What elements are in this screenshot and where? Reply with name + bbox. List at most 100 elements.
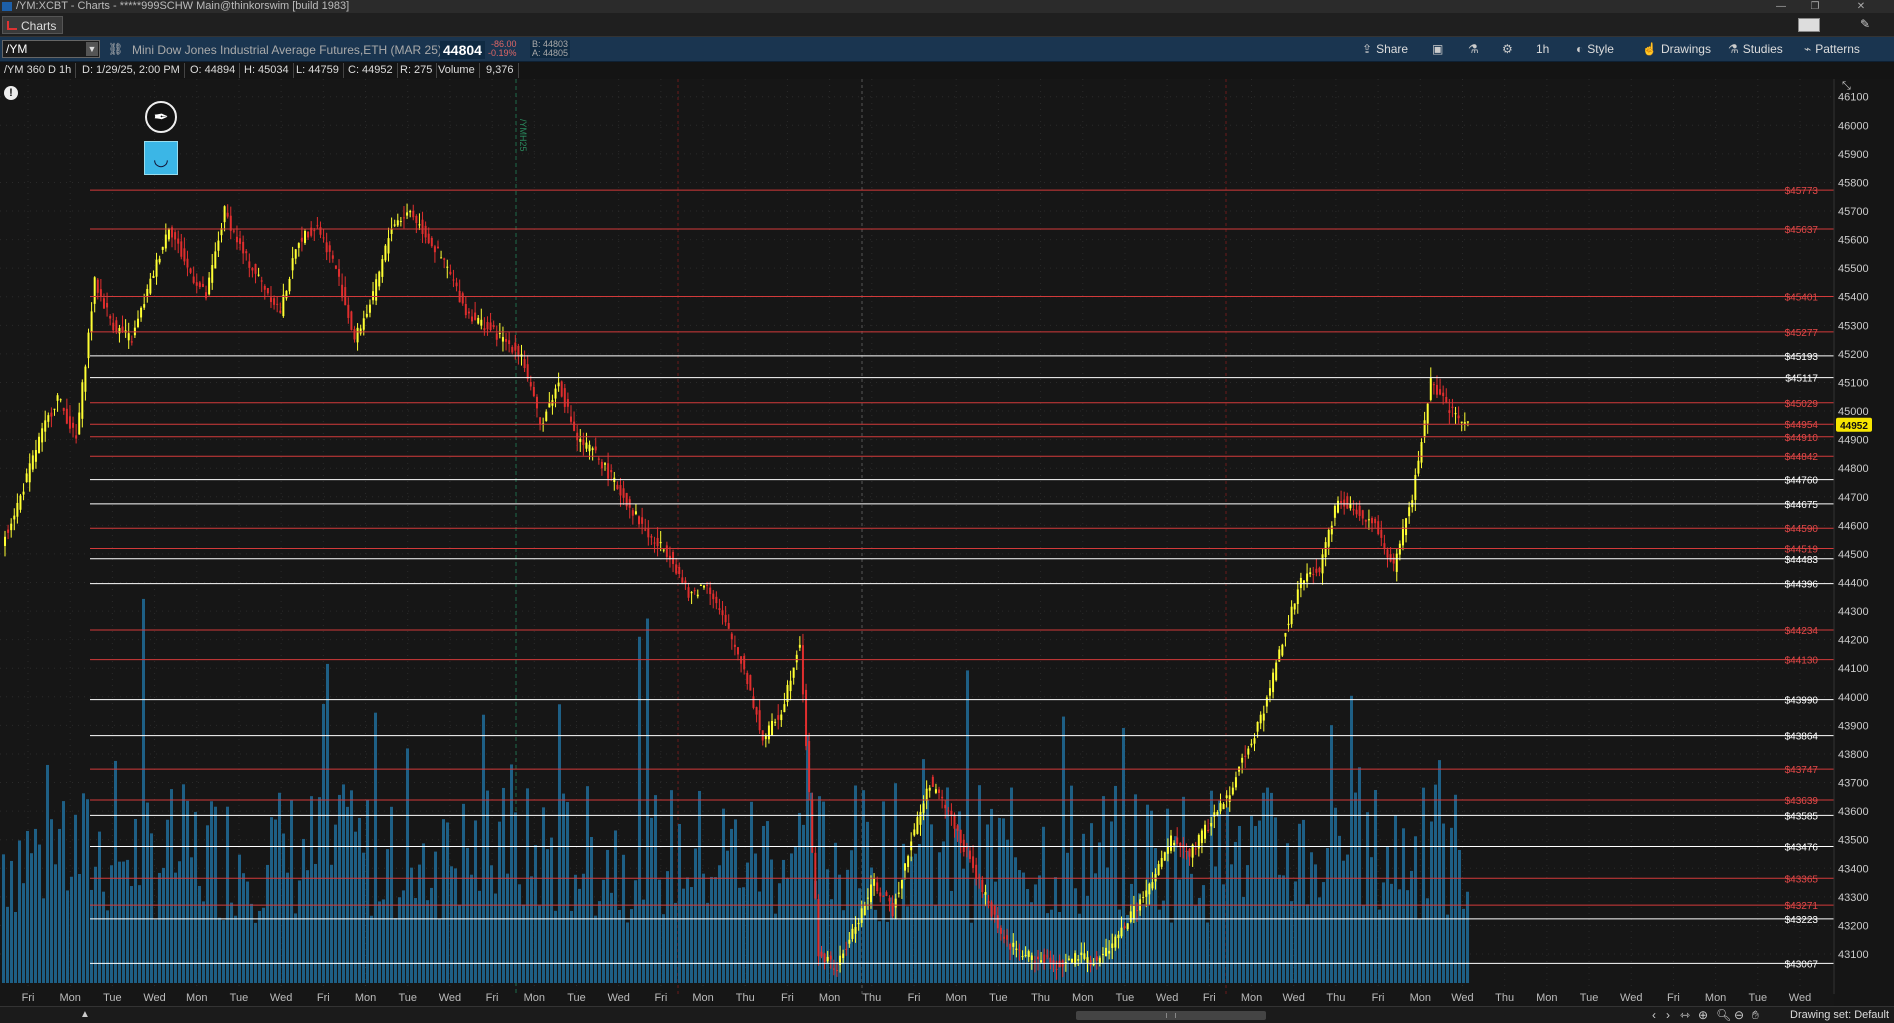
scrollbar-grip[interactable] xyxy=(1166,1013,1176,1018)
key-level-label: $44130 xyxy=(1785,656,1819,667)
candle-body xyxy=(106,302,109,308)
candle-body xyxy=(378,271,381,287)
candle-body xyxy=(260,280,263,282)
candle-body xyxy=(1111,943,1114,949)
volume-bar xyxy=(1370,857,1373,983)
volume-bar xyxy=(1158,909,1161,983)
x-tick-label: Fri xyxy=(317,992,330,1004)
volume-bar xyxy=(1106,867,1109,983)
symbol-dropdown-icon[interactable]: ▼ xyxy=(86,42,98,56)
volume-bar xyxy=(618,909,621,983)
candle-body xyxy=(38,436,41,454)
candle-body xyxy=(607,463,610,479)
price-chart[interactable]: Fri Mon Tue Wed Mon Tue Wed Fri Mon Tue Wed Fri Mon T… xyxy=(0,79,1894,1006)
alert-info-icon[interactable]: ! xyxy=(4,86,18,100)
detach-window-icon[interactable] xyxy=(1798,18,1820,32)
y-tick-label: 43500 xyxy=(1838,835,1869,847)
candle-body xyxy=(925,788,928,801)
patterns-button[interactable]: ⌁ Patterns xyxy=(1798,39,1866,59)
candle-body xyxy=(56,395,59,401)
key-level-label: $44396 xyxy=(1785,580,1819,591)
candle-body xyxy=(372,291,375,301)
pen-tool-icon[interactable]: ✒ xyxy=(145,101,177,133)
scroll-left-icon[interactable]: ‹ xyxy=(1652,1008,1656,1022)
share-button[interactable]: ⇪ Share xyxy=(1356,39,1414,59)
y-tick-label: 43700 xyxy=(1838,778,1869,790)
hand-drag-icon[interactable]: ✋︎ xyxy=(1752,1008,1759,1023)
candle-body xyxy=(573,421,576,431)
pin-icon[interactable]: ✎ xyxy=(1860,17,1870,31)
volume-bar xyxy=(38,844,41,983)
snapshot-button[interactable]: ▣ xyxy=(1426,39,1453,59)
candle-body xyxy=(167,229,170,240)
pan-icon[interactable]: ⇿ xyxy=(1680,1008,1690,1022)
restore-icon[interactable]: ❐ xyxy=(1800,0,1830,13)
axis-scale-icon[interactable]: ⤡ xyxy=(1842,79,1851,92)
timeframe-button[interactable]: 1h xyxy=(1530,39,1555,59)
candle-body xyxy=(1439,389,1442,395)
candle-body xyxy=(115,320,118,332)
collapse-panel-icon[interactable]: ▲ xyxy=(70,1009,100,1021)
close-icon[interactable]: ✕ xyxy=(1846,0,1876,13)
candle-body xyxy=(1432,384,1435,386)
volume-bar xyxy=(298,880,301,983)
candle-body xyxy=(1114,936,1117,948)
charts-tab[interactable]: Charts xyxy=(2,16,64,34)
candle-body xyxy=(1080,952,1083,956)
volume-bar xyxy=(1270,792,1273,983)
settings-button[interactable]: ⚙ xyxy=(1496,39,1523,59)
volume-bar xyxy=(382,899,385,983)
candle-body xyxy=(950,810,953,815)
candle-body xyxy=(1222,804,1225,810)
candle-body xyxy=(1043,954,1046,964)
volume-bar xyxy=(1170,922,1173,983)
candle-body xyxy=(665,545,668,557)
candle-body xyxy=(412,210,415,218)
candle-body xyxy=(1160,857,1163,867)
y-tick-label: 45900 xyxy=(1838,149,1869,161)
key-level-label: $43476 xyxy=(1785,843,1819,854)
volume-bar xyxy=(438,919,441,983)
studies-button[interactable]: ⚗ Studies xyxy=(1722,39,1789,59)
candle-body xyxy=(143,304,146,308)
y-tick-label: 45400 xyxy=(1838,292,1869,304)
lab-button[interactable]: ⚗ xyxy=(1462,39,1489,59)
drawings-button[interactable]: ☝ Drawings xyxy=(1636,39,1717,59)
candle-body xyxy=(1405,518,1408,536)
volume-bar xyxy=(58,828,61,983)
smiley-drawing-icon[interactable]: ◡ xyxy=(144,141,178,175)
volume-bar xyxy=(1222,884,1225,983)
candle-body xyxy=(328,245,331,252)
volume-bar xyxy=(1238,825,1241,983)
candle-body xyxy=(687,587,690,598)
zoom-out-icon[interactable]: ⊖ xyxy=(1734,1008,1744,1022)
zoom-in-icon[interactable]: 🔍︎ xyxy=(1716,1008,1731,1022)
volume-bar xyxy=(570,910,573,983)
candle-body xyxy=(600,461,603,469)
volume-bar xyxy=(802,824,805,983)
candle-body xyxy=(641,517,644,524)
volume-bar xyxy=(450,866,453,983)
crosshair-icon[interactable]: ⊕ xyxy=(1698,1008,1708,1022)
period-label[interactable]: /YM 360 D 1h xyxy=(0,63,77,78)
volume-bar xyxy=(534,845,537,983)
candle-body xyxy=(28,463,31,483)
minimize-icon[interactable]: — xyxy=(1766,0,1796,13)
volume-bar xyxy=(874,909,877,983)
link-icon[interactable]: ⛓ xyxy=(108,42,123,56)
candle-body xyxy=(588,444,591,452)
candle-body xyxy=(706,584,709,586)
style-button[interactable]: ◐ Style xyxy=(1570,39,1620,59)
candle-body xyxy=(1401,527,1404,546)
candle-body xyxy=(1145,890,1148,897)
patterns-label: Patterns xyxy=(1815,42,1860,56)
scroll-right-icon[interactable]: › xyxy=(1666,1008,1670,1022)
candle-body xyxy=(659,541,662,544)
horizontal-scrollbar[interactable] xyxy=(1076,1011,1266,1020)
candle-body xyxy=(1435,384,1438,395)
candle-body xyxy=(266,287,269,294)
candle-body xyxy=(1173,842,1176,846)
candle-body xyxy=(693,590,696,592)
candle-body xyxy=(195,282,198,286)
candle-body xyxy=(1256,721,1259,732)
